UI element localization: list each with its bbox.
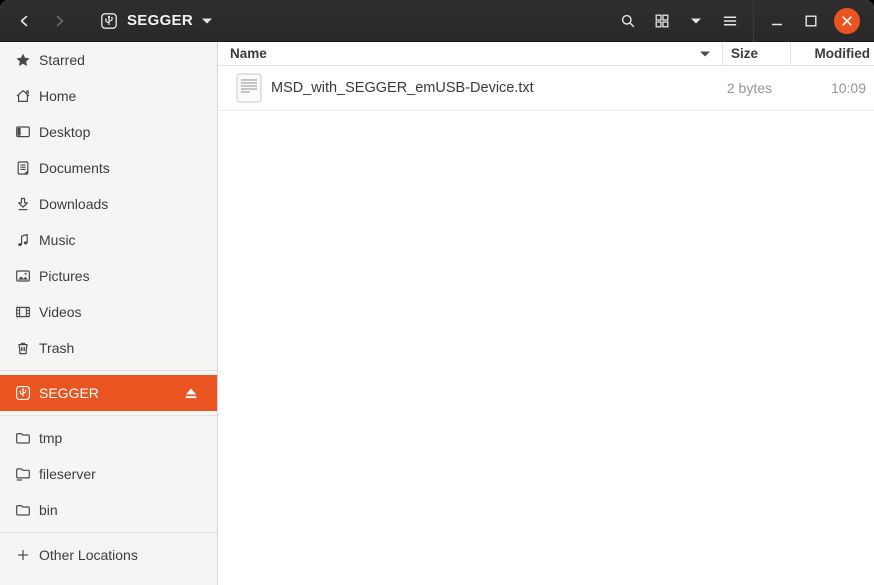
minimize-button[interactable] xyxy=(760,4,794,38)
search-button[interactable] xyxy=(611,4,645,38)
sidebar-item-label: Starred xyxy=(39,52,85,68)
back-button[interactable] xyxy=(8,4,42,38)
desktop-icon xyxy=(16,126,30,138)
window-content: Starred Home Desktop Documents Downloads… xyxy=(0,42,874,585)
folder-icon xyxy=(16,433,30,444)
column-header-label: Modified xyxy=(814,46,871,61)
usb-drive-icon xyxy=(16,386,30,400)
maximize-button[interactable] xyxy=(794,4,828,38)
file-modified: 10:09 xyxy=(830,80,866,96)
sidebar-separator xyxy=(0,532,217,533)
chevron-right-icon xyxy=(56,15,64,26)
sidebar-item-label: fileserver xyxy=(39,466,96,482)
sidebar-item-label: Videos xyxy=(39,304,82,320)
maximize-icon xyxy=(805,15,817,27)
sidebar-item-trash[interactable]: Trash xyxy=(0,330,217,366)
sidebar-item-label: Desktop xyxy=(39,124,91,140)
sidebar-item-label: Trash xyxy=(39,340,75,356)
music-note-icon xyxy=(18,233,28,247)
file-row[interactable]: MSD_with_SEGGER_emUSB-Device.txt 2 bytes… xyxy=(218,66,874,111)
film-icon xyxy=(16,306,30,318)
sort-indicator[interactable] xyxy=(700,51,710,57)
file-list-pane: Name Size Modified MSD_with_SEGGER_emUSB… xyxy=(218,42,874,585)
caret-down-icon xyxy=(691,18,701,23)
column-header-size[interactable]: Size xyxy=(722,42,790,65)
caret-down-icon xyxy=(201,18,212,23)
file-list-empty-area[interactable] xyxy=(218,111,874,585)
close-button[interactable] xyxy=(834,7,860,34)
close-icon xyxy=(842,15,852,26)
sidebar-item-label: tmp xyxy=(39,430,63,446)
star-icon xyxy=(16,53,30,66)
usb-drive-icon xyxy=(101,12,117,29)
column-header-modified[interactable]: Modified xyxy=(790,42,874,65)
sidebar-item-label: Home xyxy=(39,88,77,104)
location-label: SEGGER xyxy=(127,12,193,29)
sidebar-item-documents[interactable]: Documents xyxy=(0,150,217,186)
forward-button[interactable] xyxy=(42,4,76,38)
column-header-label: Size xyxy=(731,46,759,61)
sidebar-item-label: Documents xyxy=(39,160,110,176)
hamburger-menu-icon xyxy=(723,15,737,26)
sidebar-item-starred[interactable]: Starred xyxy=(0,42,217,78)
download-icon xyxy=(18,197,28,211)
titlebar: SEGGER xyxy=(0,0,874,42)
location-path-button[interactable]: SEGGER xyxy=(92,8,220,34)
sidebar-item-tmp[interactable]: tmp xyxy=(0,420,217,456)
search-icon xyxy=(621,14,635,27)
sidebar-item-pictures[interactable]: Pictures xyxy=(0,258,217,294)
file-size: 2 bytes xyxy=(726,80,772,96)
trash-icon xyxy=(18,342,28,355)
sidebar-item-label: Pictures xyxy=(39,268,90,284)
eject-icon xyxy=(185,388,197,398)
text-file-icon xyxy=(236,73,262,103)
sidebar-item-desktop[interactable]: Desktop xyxy=(0,114,217,150)
file-name: MSD_with_SEGGER_emUSB-Device.txt xyxy=(271,80,534,96)
view-options-button[interactable] xyxy=(679,4,713,38)
sidebar-item-downloads[interactable]: Downloads xyxy=(0,186,217,222)
photo-icon xyxy=(16,270,30,282)
sidebar-item-music[interactable]: Music xyxy=(0,222,217,258)
sidebar-item-home[interactable]: Home xyxy=(0,78,217,114)
sidebar-item-label: SEGGER xyxy=(39,385,99,401)
menu-button[interactable] xyxy=(713,4,747,38)
sidebar-item-label: bin xyxy=(39,502,58,518)
folder-icon xyxy=(16,505,30,516)
chevron-left-icon xyxy=(20,15,28,26)
file-name-cell: MSD_with_SEGGER_emUSB-Device.txt xyxy=(218,73,722,103)
plus-icon xyxy=(18,550,28,560)
list-column-headers: Name Size Modified xyxy=(218,42,874,66)
home-icon xyxy=(16,90,30,102)
sidebar-separator xyxy=(0,415,217,416)
sidebar-item-segger-device[interactable]: SEGGER xyxy=(0,375,217,411)
sidebar-item-label: Music xyxy=(39,232,76,248)
sidebar: Starred Home Desktop Documents Downloads… xyxy=(0,42,218,585)
sidebar-item-bin[interactable]: bin xyxy=(0,492,217,528)
sidebar-item-other-locations[interactable]: Other Locations xyxy=(0,537,217,573)
view-grid-button[interactable] xyxy=(645,4,679,38)
folder-remote-icon xyxy=(16,468,30,481)
eject-button[interactable] xyxy=(182,385,200,402)
grid-view-icon xyxy=(655,14,669,27)
sidebar-separator xyxy=(0,370,217,371)
minimize-icon xyxy=(772,23,782,25)
file-manager-window: SEGGER Starred Home Desktop Documents Do… xyxy=(0,0,874,585)
sidebar-item-videos[interactable]: Videos xyxy=(0,294,217,330)
caret-down-icon xyxy=(700,51,710,56)
document-icon xyxy=(17,161,29,175)
sidebar-item-label: Other Locations xyxy=(39,547,138,563)
sidebar-item-fileserver[interactable]: fileserver xyxy=(0,456,217,492)
column-header-label: Name xyxy=(230,46,267,61)
sidebar-item-label: Downloads xyxy=(39,196,109,212)
titlebar-separator xyxy=(753,0,754,42)
column-header-name[interactable]: Name xyxy=(218,42,722,65)
